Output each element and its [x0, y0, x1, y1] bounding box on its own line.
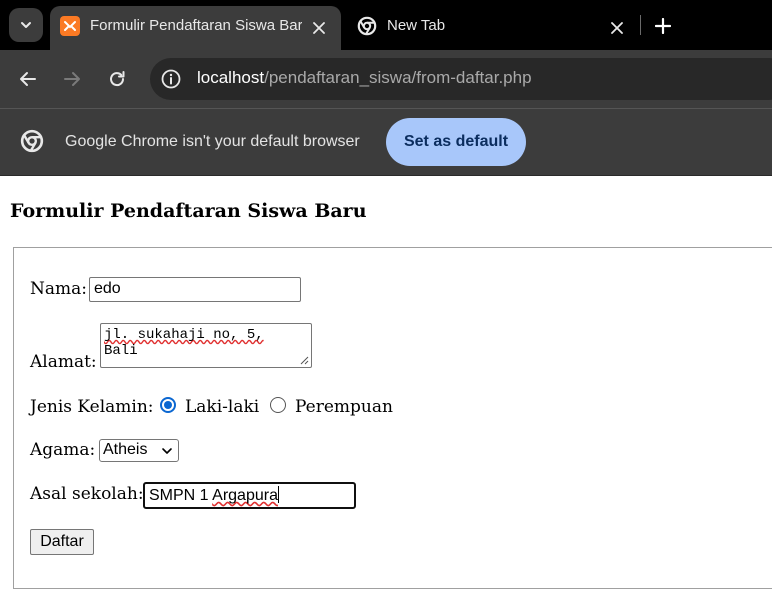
close-icon: [313, 22, 325, 34]
text-cursor: [277, 486, 279, 503]
alamat-line-1-text: jl. sukahaji no, 5,: [104, 327, 264, 343]
registration-form: Nama: edo Alamat: jl. sukahaji no, 5, Ba…: [13, 247, 772, 589]
plus-icon: [655, 18, 671, 34]
chrome-icon: [20, 129, 44, 153]
site-info-icon[interactable]: [161, 69, 181, 89]
browser-toolbar: localhost/pendaftaran_siswa/from-daftar.…: [0, 50, 772, 108]
new-tab-button[interactable]: [650, 13, 676, 39]
tab-title: Formulir Pendaftaran Siswa Baru: [90, 17, 302, 34]
xampp-icon: [60, 16, 80, 36]
page-title: Formulir Pendaftaran Siswa Baru: [10, 200, 367, 222]
page-content: Formulir Pendaftaran Siswa Baru Nama: ed…: [0, 176, 772, 590]
close-icon: [611, 22, 623, 34]
alamat-label: Alamat:: [30, 352, 97, 372]
tab-strip: Formulir Pendaftaran Siswa Baru New Tab: [0, 0, 772, 50]
close-tab-button[interactable]: [308, 17, 330, 39]
back-arrow-icon: [20, 72, 36, 86]
url-host: localhost: [197, 68, 265, 87]
forward-button[interactable]: [59, 66, 85, 92]
reload-button[interactable]: [104, 66, 130, 92]
jenis-kelamin-label: Jenis Kelamin:: [30, 397, 154, 417]
tab-title: New Tab: [387, 17, 446, 34]
tab-formulir[interactable]: Formulir Pendaftaran Siswa Baru: [50, 6, 341, 50]
alamat-line-1: jl. sukahaji no, 5,: [104, 327, 308, 343]
infobar-message: Google Chrome isn't your default browser: [65, 133, 360, 150]
perempuan-label[interactable]: Perempuan: [295, 397, 393, 417]
reload-icon: [110, 71, 125, 87]
tab-new-tab[interactable]: New Tab: [345, 6, 641, 50]
agama-select[interactable]: Atheis: [99, 439, 179, 462]
agama-label: Agama:: [30, 440, 96, 460]
forward-arrow-icon: [64, 72, 80, 86]
address-bar[interactable]: localhost/pendaftaran_siswa/from-daftar.…: [150, 58, 772, 100]
resize-grip-icon[interactable]: [300, 356, 309, 365]
tab-search-button[interactable]: [9, 8, 43, 42]
alamat-line-2-text: Bali: [104, 343, 138, 359]
set-as-default-button[interactable]: Set as default: [386, 118, 526, 166]
asal-sekolah-label: Asal sekolah:: [30, 484, 144, 504]
perempuan-radio[interactable]: [270, 397, 286, 413]
chevron-down-icon: [21, 22, 31, 28]
asal-sekolah-value-tail: Argapura: [212, 487, 278, 504]
laki-laki-radio[interactable]: [160, 397, 176, 413]
url-text: localhost/pendaftaran_siswa/from-daftar.…: [197, 68, 532, 88]
tab-divider: [640, 15, 641, 35]
chevron-down-icon: [162, 448, 172, 454]
chrome-icon: [357, 16, 377, 36]
alamat-line-2: Bali: [104, 343, 308, 359]
daftar-button[interactable]: Daftar: [30, 529, 94, 555]
url-path: /pendaftaran_siswa/from-daftar.php: [264, 68, 532, 87]
nama-label: Nama:: [30, 279, 87, 299]
default-browser-infobar: Google Chrome isn't your default browser…: [0, 108, 772, 176]
nama-input[interactable]: edo: [89, 277, 301, 302]
laki-laki-label[interactable]: Laki-laki: [185, 397, 259, 417]
asal-sekolah-input[interactable]: SMPN 1 Argapura: [143, 482, 356, 509]
alamat-textarea[interactable]: jl. sukahaji no, 5, Bali: [100, 323, 312, 368]
agama-selected-value: Atheis: [103, 441, 148, 458]
back-button[interactable]: [15, 66, 41, 92]
close-tab-button[interactable]: [606, 17, 628, 39]
